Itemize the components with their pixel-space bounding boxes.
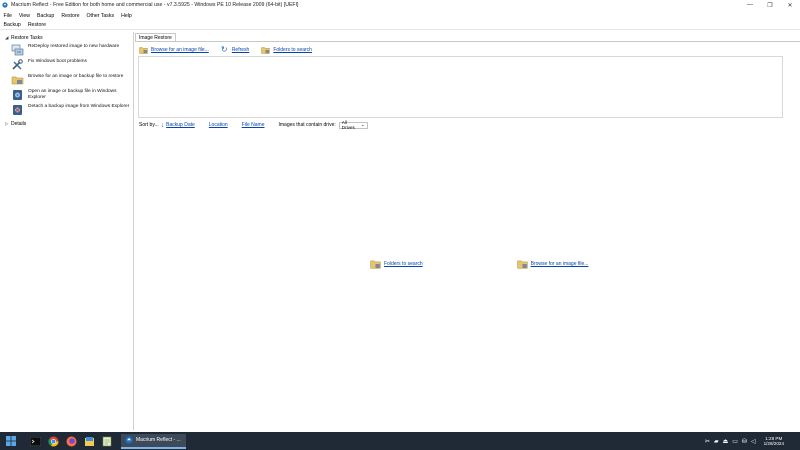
menu-restore[interactable]: Restore (58, 13, 83, 19)
details-header[interactable]: ▷ Details (5, 120, 26, 128)
window-title: Macrium Reflect - Free Edition for both … (11, 2, 299, 8)
close-button[interactable]: ✕ (780, 0, 800, 10)
sort-file-name[interactable]: File Name (242, 122, 265, 128)
drive-select-value: All Drives (341, 120, 355, 130)
macrium-taskbar-icon (125, 436, 133, 444)
restore-tasks-label: Restore Tasks (11, 35, 43, 41)
tasks-pane: ◢ Restore Tasks ReDeploy restored image … (0, 32, 134, 430)
color-tray-icon[interactable]: ▰ (714, 438, 719, 445)
tab-divider (135, 41, 800, 42)
maximize-button[interactable]: ❐ (760, 0, 780, 10)
disk-open-icon (11, 89, 24, 101)
folder-browse-icon (517, 259, 528, 269)
firefox-icon[interactable] (64, 434, 78, 448)
menu-other-tasks[interactable]: Other Tasks (83, 13, 118, 19)
sort-location[interactable]: Location (209, 122, 228, 128)
clock[interactable]: 1:28 PM 1/28/2024 (764, 436, 784, 447)
window-controls: — ❐ ✕ (740, 0, 800, 10)
tools-icon (11, 59, 24, 71)
sort-backup-date[interactable]: Backup Date (166, 122, 195, 128)
taskbar-task-label: Macrium Reflect - ... (136, 437, 181, 443)
volume-icon[interactable]: ◁ (751, 438, 756, 445)
center-folders-link-group[interactable]: Folders to search (370, 259, 423, 269)
terminal-icon[interactable] (28, 434, 42, 448)
battery-icon[interactable]: ▭ (732, 438, 738, 445)
usb-tray-icon[interactable]: ⏏ (723, 438, 729, 445)
task-fix-boot[interactable]: Fix Windows boot problems (11, 59, 131, 71)
menu-backup[interactable]: Backup (34, 13, 58, 19)
task-detach-image[interactable]: Detach a backup image from Windows Explo… (11, 104, 131, 116)
browse-image-link[interactable]: Browse for an image file... (151, 47, 209, 53)
folder-search-icon (139, 46, 148, 54)
task-detach-image-label: Detach a backup image from Windows Explo… (28, 104, 130, 109)
refresh-link-group[interactable]: ↻ Refresh (221, 46, 250, 54)
restore-tasks-header[interactable]: ◢ Restore Tasks (5, 34, 43, 42)
menu-file[interactable]: File (0, 13, 15, 19)
tools-tray-icon[interactable]: ✂ (705, 438, 710, 445)
center-browse-link[interactable]: Browse for an image file... (531, 261, 589, 267)
chevron-down-icon: ⌄ (360, 122, 365, 127)
network-icon[interactable]: ⛁ (742, 438, 747, 445)
folders-search-link[interactable]: Folders to search (273, 47, 312, 53)
title-bar: Macrium Reflect - Free Edition for both … (0, 0, 800, 10)
task-fix-boot-label: Fix Windows boot problems (28, 59, 87, 64)
tab-image-restore[interactable]: Image Restore (135, 33, 176, 41)
task-open-explorer-label: Open an image or backup file in Windows … (28, 89, 117, 100)
task-redeploy[interactable]: ReDeploy restored image to new hardware (11, 44, 131, 56)
chrome-icon[interactable] (46, 434, 60, 448)
menu-bar: File View Backup Restore Other Tasks Hel… (0, 11, 800, 20)
ribbon-tabs: Backup Restore (0, 21, 800, 30)
task-redeploy-label: ReDeploy restored image to new hardware (28, 44, 120, 49)
taskbar-macrium-task[interactable]: Macrium Reflect - ... (121, 433, 186, 449)
folders-search-link-group[interactable]: Folders to search (261, 46, 312, 54)
folder-search-icon (370, 259, 381, 269)
task-open-explorer[interactable]: Open an image or backup file in Windows … (11, 89, 131, 101)
browse-image-link-group[interactable]: Browse for an image file... (139, 46, 209, 54)
windows-start-icon[interactable] (4, 434, 18, 448)
toolbar-backup-tab[interactable]: Backup (0, 22, 24, 28)
system-tray: ✂ ▰ ⏏ ▭ ⛁ ◁ 1:28 PM 1/28/2024 (703, 432, 794, 450)
taskbar: Macrium Reflect - ... ✂ ▰ ⏏ ▭ ⛁ ◁ 1:28 P… (0, 432, 800, 450)
folder-icon (261, 46, 271, 54)
drive-select[interactable]: All Drives ⌄ (338, 120, 368, 130)
menu-help[interactable]: Help (118, 13, 136, 19)
drive-filter-label: Images that contain drive: (278, 122, 336, 128)
refresh-icon: ↻ (220, 45, 228, 54)
menu-view[interactable]: View (15, 13, 33, 19)
file-explorer-icon[interactable] (82, 434, 96, 448)
refresh-link[interactable]: Refresh (232, 47, 250, 53)
task-browse-restore-label: Browse for an image or backup file to re… (28, 74, 124, 79)
sort-bar: Sort by... ↓ Backup Date Location File N… (139, 120, 368, 130)
notepad-icon[interactable] (100, 434, 114, 448)
top-link-bar: Browse for an image file... ↻ Refresh Fo… (139, 45, 324, 55)
center-folders-link[interactable]: Folders to search (384, 261, 423, 267)
toolbar-restore-tab[interactable]: Restore (24, 22, 49, 28)
folder-browse-icon (11, 74, 24, 86)
details-label: Details (11, 121, 27, 127)
clock-date: 1/28/2024 (763, 441, 784, 446)
macrium-app-icon (2, 2, 8, 8)
redeploy-icon (11, 44, 24, 56)
minimize-button[interactable]: — (740, 0, 760, 10)
disk-detach-icon (11, 104, 24, 116)
empty-state-links: Folders to search Browse for an image fi… (370, 259, 600, 269)
image-restore-pane: Image Restore Browse for an image file..… (135, 32, 800, 430)
image-list-box[interactable] (138, 56, 783, 118)
center-browse-link-group[interactable]: Browse for an image file... (517, 259, 589, 269)
sort-by-label: Sort by... (139, 122, 159, 128)
task-browse-restore[interactable]: Browse for an image or backup file to re… (11, 74, 131, 86)
sort-down-arrow-icon: ↓ (160, 121, 165, 129)
